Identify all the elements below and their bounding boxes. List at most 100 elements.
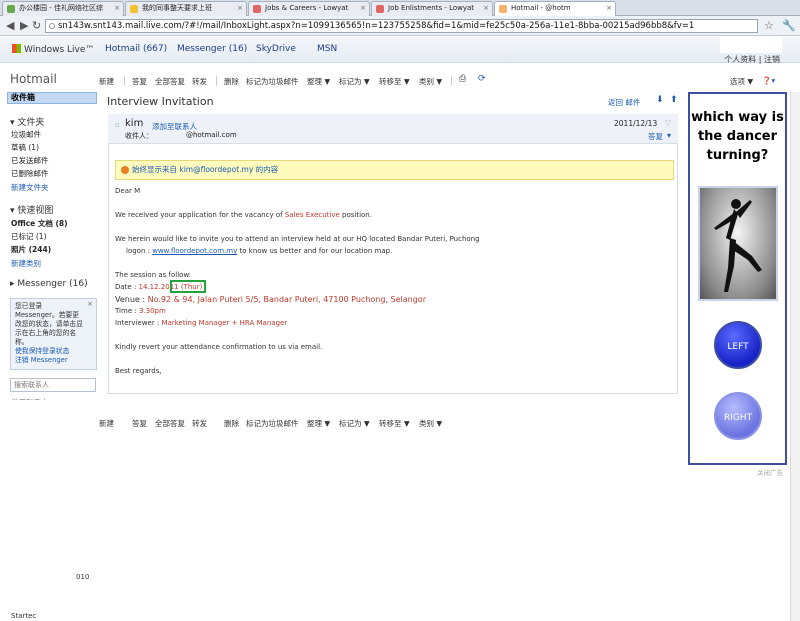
stay-signed-in-link[interactable]: 使我保持登录状态 bbox=[15, 347, 92, 356]
delete-button[interactable]: 删除 bbox=[224, 418, 239, 429]
new-button[interactable]: 新建 bbox=[99, 76, 114, 87]
new-folder-link[interactable]: 新建文件夹 bbox=[11, 182, 49, 193]
to-label: 收件人： bbox=[125, 132, 153, 140]
header-link-skydrive[interactable]: SkyDrive bbox=[256, 44, 296, 54]
close-icon[interactable]: × bbox=[237, 2, 243, 15]
windows-live-logo[interactable]: Windows Live™ bbox=[12, 44, 94, 55]
browser-tab[interactable]: 我的同事整天要求上班 × bbox=[125, 1, 247, 16]
quick-views-heading[interactable]: ▾ 快速视图 bbox=[10, 203, 53, 216]
reply-link[interactable]: 答复 bbox=[648, 131, 663, 142]
back-arrow-icon[interactable]: ◀ bbox=[6, 19, 14, 32]
message-subject: Interview Invitation bbox=[107, 95, 214, 108]
forward-button[interactable]: 转发 bbox=[192, 418, 207, 429]
close-icon[interactable]: × bbox=[87, 300, 93, 309]
forward-arrow-icon[interactable]: ▶ bbox=[20, 19, 28, 32]
sidebar-item-flagged[interactable]: 已标记 (1) bbox=[11, 231, 47, 242]
refresh-icon[interactable]: ⟳ bbox=[478, 74, 486, 84]
reply-all-button[interactable]: 全部答复 bbox=[155, 418, 185, 429]
tab-favicon-icon bbox=[253, 5, 261, 13]
spinning-dancer-image bbox=[698, 186, 778, 301]
sidebar-item-drafts[interactable]: 草稿 (1) bbox=[11, 142, 39, 153]
mark-as-menu[interactable]: 标记为 ▼ bbox=[339, 418, 370, 429]
category-menu[interactable]: 类别 ▼ bbox=[419, 418, 442, 429]
windows-logo-icon bbox=[12, 44, 21, 53]
profile-link[interactable]: 个人资料 bbox=[724, 55, 756, 64]
messenger-heading[interactable]: ▸ Messenger (16) bbox=[10, 279, 88, 289]
body-line: We herein would like to invite you to at… bbox=[115, 235, 480, 243]
reload-icon[interactable]: ↻ bbox=[32, 19, 41, 32]
browser-tab[interactable]: Jobs & Careers - Lowyat × bbox=[248, 1, 370, 16]
close-icon[interactable]: × bbox=[360, 2, 366, 15]
collapse-icon[interactable]: ▫ bbox=[115, 121, 120, 129]
body-line: Time : 3.30pm bbox=[115, 307, 166, 315]
show-content-notice[interactable]: 始终显示来自 kim@floordepot.my 的内容 bbox=[115, 160, 674, 180]
profile-links: 个人资料 | 注销 bbox=[724, 55, 780, 64]
reply-button[interactable]: 答复 bbox=[132, 418, 147, 429]
close-icon[interactable]: × bbox=[483, 2, 489, 15]
mark-as-menu[interactable]: 标记为 ▼ bbox=[339, 76, 370, 87]
delete-button[interactable]: 删除 bbox=[224, 76, 239, 87]
windows-live-header: Windows Live™ Hotmail (667) Messenger (1… bbox=[0, 37, 800, 64]
move-to-menu[interactable]: 转移至 ▼ bbox=[379, 76, 410, 87]
body-line: Venue : No.92 & 94, Jalan Puteri 5/5, Ba… bbox=[115, 295, 426, 304]
print-icon[interactable]: ⎙ bbox=[459, 74, 466, 84]
to-address: @hotmail.com bbox=[186, 131, 237, 139]
mail-toolbar: Hotmail 新建 答复 全部答复 转发 删除 标记为垃圾邮件 整理 ▼ 标记… bbox=[0, 70, 800, 90]
new-category-link[interactable]: 新建类别 bbox=[11, 258, 41, 269]
hotmail-title[interactable]: Hotmail bbox=[10, 72, 57, 86]
body-line: We received your application for the vac… bbox=[115, 211, 372, 219]
options-menu[interactable]: 选项 ▼ bbox=[730, 76, 753, 87]
tab-favicon-icon bbox=[499, 5, 507, 13]
body-line: logon : www.floordepot.com.my to know us… bbox=[126, 247, 393, 255]
close-ad-link[interactable]: 关闭广告 bbox=[757, 467, 783, 477]
right-answer-button[interactable]: RIGHT bbox=[714, 392, 762, 440]
header-link-messenger[interactable]: Messenger (16) bbox=[177, 44, 247, 54]
previous-message-icon[interactable]: ⬆ bbox=[670, 95, 678, 105]
sidebar-item-junk[interactable]: 垃圾邮件 bbox=[11, 129, 41, 140]
sidebar-item-office-docs[interactable]: Office 文档 (8) bbox=[11, 218, 68, 229]
company-website-link[interactable]: www.floordepot.com.my bbox=[152, 247, 237, 255]
header-link-msn[interactable]: MSN bbox=[317, 44, 337, 54]
back-to-mail-link[interactable]: 返回 邮件 bbox=[608, 97, 640, 108]
header-link-hotmail[interactable]: Hotmail (667) bbox=[105, 44, 167, 54]
sender-name[interactable]: kim bbox=[125, 118, 143, 129]
next-message-icon[interactable]: ⬇ bbox=[656, 95, 664, 105]
move-to-menu[interactable]: 转移至 ▼ bbox=[379, 418, 410, 429]
new-button[interactable]: 新建 bbox=[99, 418, 114, 429]
reply-dropdown-icon[interactable]: ▾ bbox=[667, 131, 671, 140]
flag-icon[interactable]: ▽ bbox=[665, 118, 671, 127]
folders-heading[interactable]: ▾ 文件夹 bbox=[10, 115, 44, 128]
close-icon[interactable]: × bbox=[606, 2, 612, 15]
page-scrollbar[interactable] bbox=[790, 92, 800, 621]
forward-button[interactable]: 转发 bbox=[192, 76, 207, 87]
url-input[interactable]: sn143w.snt143.mail.live.com/?#!/mail/Inb… bbox=[45, 19, 758, 33]
help-icon[interactable]: ❓▾ bbox=[762, 76, 775, 85]
tab-favicon-icon bbox=[130, 5, 138, 13]
junk-button[interactable]: 标记为垃圾邮件 bbox=[246, 418, 299, 429]
body-line: Kindly revert your attendance confirmati… bbox=[115, 343, 323, 351]
signout-link[interactable]: 注销 bbox=[764, 55, 780, 64]
ad-question: which way is the dancer turning? bbox=[691, 110, 784, 163]
sidebar-item-photos[interactable]: 照片 (244) bbox=[11, 244, 51, 255]
category-menu[interactable]: 类别 ▼ bbox=[419, 76, 442, 87]
browser-tab-active[interactable]: Hotmail - @hotm × bbox=[494, 1, 616, 16]
reply-button[interactable]: 答复 bbox=[132, 76, 147, 87]
bookmark-star-icon[interactable]: ☆ bbox=[764, 19, 774, 32]
contact-search-input[interactable]: 搜索联系人 bbox=[10, 378, 96, 392]
message-date: 2011/12/13 bbox=[614, 119, 658, 128]
wrench-icon[interactable]: 🔧 bbox=[782, 19, 796, 32]
reply-all-button[interactable]: 全部答复 bbox=[155, 76, 185, 87]
sidebar-item-sent[interactable]: 已发送邮件 bbox=[11, 155, 49, 166]
browser-tab[interactable]: 办公楼园 - 佳礼网络社区综 × bbox=[2, 1, 124, 16]
junk-button[interactable]: 标记为垃圾邮件 bbox=[246, 76, 299, 87]
sweep-menu[interactable]: 整理 ▼ bbox=[307, 76, 330, 87]
sign-out-messenger-link[interactable]: 注销 Messenger bbox=[15, 356, 92, 365]
close-icon[interactable]: × bbox=[114, 2, 120, 15]
sidebar-item-inbox[interactable]: 收件箱 bbox=[7, 92, 97, 104]
left-answer-button[interactable]: LEFT bbox=[714, 321, 762, 369]
sweep-menu[interactable]: 整理 ▼ bbox=[307, 418, 330, 429]
advertisement-panel[interactable]: which way is the dancer turning? LEFT RI… bbox=[688, 92, 787, 465]
browser-tab[interactable]: Job Enlistments - Lowyat × bbox=[371, 1, 493, 16]
sidebar-item-deleted[interactable]: 已删除邮件 bbox=[11, 168, 49, 179]
redacted-username bbox=[720, 37, 782, 53]
